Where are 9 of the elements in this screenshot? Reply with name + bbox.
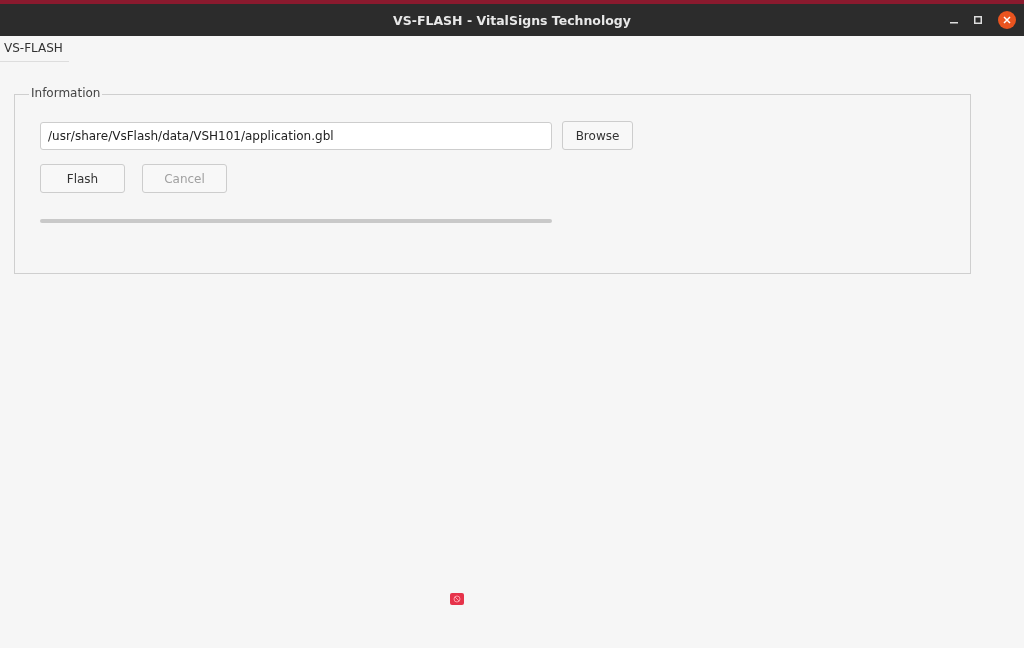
browse-button[interactable]: Browse — [562, 121, 633, 150]
close-button[interactable] — [998, 11, 1016, 29]
window-title: VS-FLASH - VitalSigns Technology — [393, 12, 631, 28]
file-path-field[interactable]: /usr/share/VsFlash/data/VSH101/application.gbl — [40, 121, 552, 150]
action-button[interactable]: Flash — [40, 164, 125, 193]
tab[interactable]: VS-FLASH — [0, 41, 69, 62]
maximize-icon[interactable] — [974, 16, 982, 24]
group-title: Information — [29, 86, 103, 100]
blocked-icon — [450, 593, 464, 605]
